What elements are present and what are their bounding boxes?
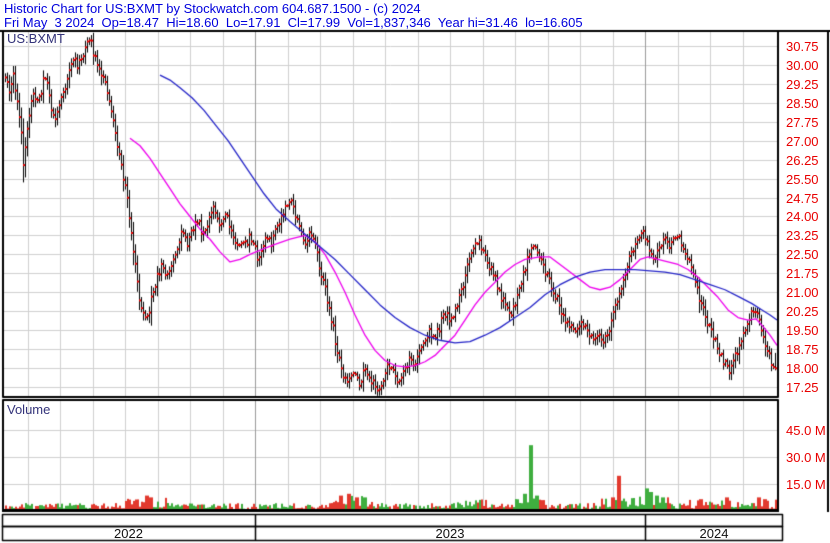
price-tick-label: 17.25 [786,380,819,395]
price-tick-label: 24.75 [786,191,819,206]
price-tick-label: 30.00 [786,58,819,73]
chart-title: Historic Chart for US:BXMT by Stockwatch… [4,1,421,16]
volume-tick-label: 30.0 M [786,450,826,465]
year-label: 2022 [114,526,143,541]
price-tick-label: 22.50 [786,247,819,262]
symbol-label: US:BXMT [7,31,65,46]
price-tick-label: 30.75 [786,39,819,54]
price-tick-label: 28.50 [786,96,819,111]
stockwatch-historic-chart: Historic Chart for US:BXMT by Stockwatch… [0,0,830,543]
quote-summary-line: Fri May 3 2024 Op=18.47 Hi=18.60 Lo=17.9… [4,15,583,30]
price-tick-label: 19.50 [786,323,819,338]
year-label: 2024 [699,526,729,541]
price-tick-label: 26.25 [786,153,819,168]
price-tick-label: 27.75 [786,115,819,130]
price-tick-label: 27.00 [786,134,819,149]
price-tick-label: 20.25 [786,304,819,319]
price-tick-label: 25.50 [786,172,819,187]
price-tick-label: 29.25 [786,77,819,92]
price-tick-label: 24.00 [786,209,819,224]
chart-canvas [0,0,830,543]
price-tick-label: 23.25 [786,228,819,243]
volume-tick-label: 45.0 M [786,423,826,438]
volume-tick-label: 15.0 M [786,477,826,492]
year-label: 2023 [435,526,465,541]
price-tick-label: 18.75 [786,342,819,357]
price-tick-label: 18.00 [786,361,819,376]
price-tick-label: 21.00 [786,285,819,300]
volume-pane-label: Volume [7,402,51,417]
price-tick-label: 21.75 [786,266,819,281]
